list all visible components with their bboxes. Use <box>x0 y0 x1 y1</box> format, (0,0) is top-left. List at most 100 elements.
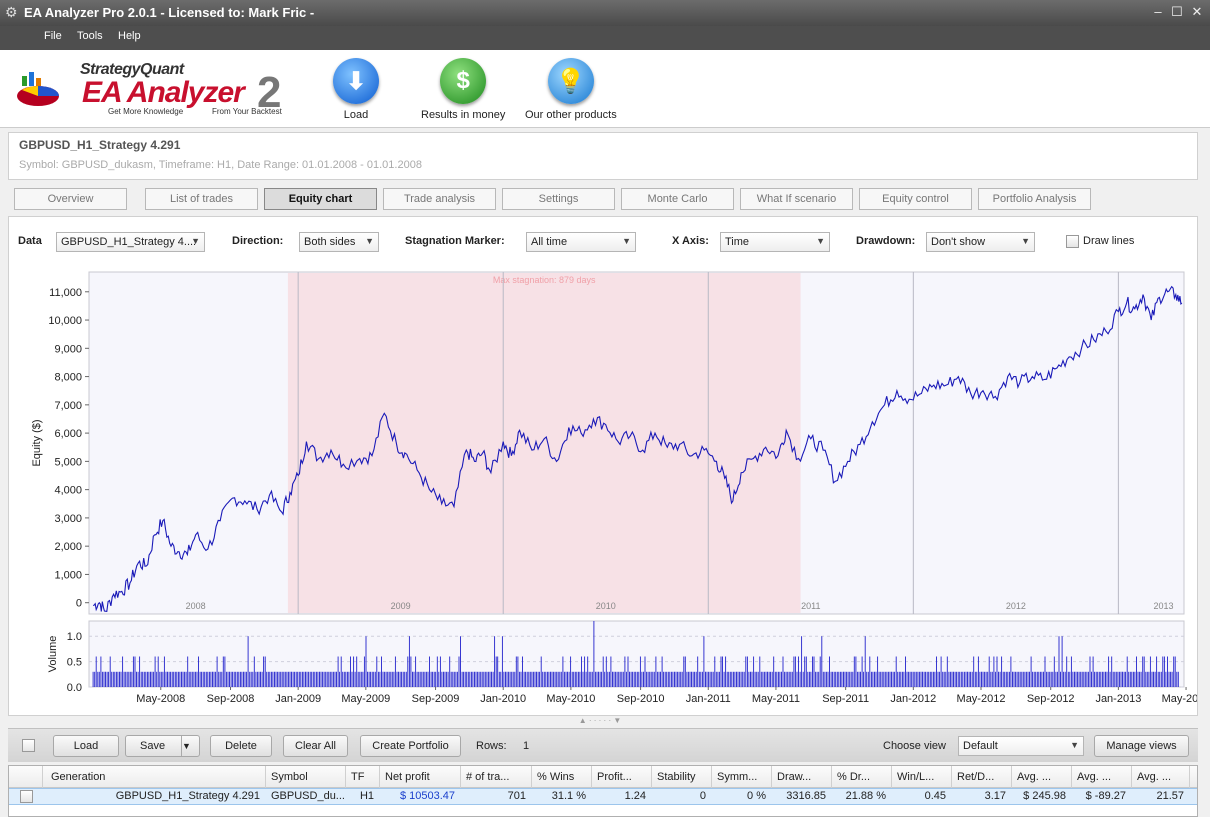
column-header[interactable]: Ret/D... <box>952 766 1012 788</box>
logo-tagline-left: Get More Knowledge <box>108 107 184 116</box>
column-header[interactable]: Symbol <box>266 766 346 788</box>
other-products-label: Our other products <box>525 109 617 121</box>
product-name: EA Analyzer <box>82 76 245 109</box>
column-header[interactable]: % Dr... <box>832 766 892 788</box>
column-header[interactable]: Stability <box>652 766 712 788</box>
x-tick-label: May-2013 <box>1162 693 1197 705</box>
column-header[interactable]: Avg. ... <box>1012 766 1072 788</box>
x-tick-label: Jan-2011 <box>686 693 731 705</box>
x-tick-label: Sep-2012 <box>1027 693 1075 705</box>
draw-lines-label: Draw lines <box>1083 235 1135 247</box>
table-cell: 3316.85 <box>786 790 826 802</box>
download-arrow-icon: ⬇ <box>333 58 379 104</box>
manage-views-button[interactable]: Manage views <box>1094 735 1189 757</box>
table-row[interactable]: GBPUSD_H1_Strategy 4.291 GBPUSD_du... H1… <box>9 788 1197 805</box>
x-axis-label: X Axis: <box>672 235 709 247</box>
save-button[interactable]: Save ▼ <box>125 735 200 757</box>
chevron-down-icon: ▼ <box>622 236 631 246</box>
x-tick-label: Jan-2013 <box>1095 693 1141 705</box>
column-header[interactable]: Avg. ... <box>1072 766 1132 788</box>
chevron-down-icon: ▼ <box>1070 740 1079 750</box>
y-tick-label: 5,000 <box>54 456 82 468</box>
y-tick-label: 8,000 <box>54 372 82 384</box>
drawdown-select[interactable]: Don't show ▼ <box>926 232 1035 252</box>
chevron-down-icon: ▼ <box>365 236 374 246</box>
tab-equity-control[interactable]: Equity control <box>859 188 972 210</box>
volume-y-axis-label: Volume <box>47 636 59 673</box>
column-header[interactable]: Net profit <box>380 766 461 788</box>
minimize-button[interactable]: – <box>1150 4 1166 19</box>
maximize-button[interactable]: ☐ <box>1169 4 1185 20</box>
column-header[interactable]: % Wins <box>532 766 592 788</box>
x-axis-select[interactable]: Time ▼ <box>720 232 830 252</box>
table-cell: 0.45 <box>924 790 946 802</box>
data-label: Data <box>18 235 42 247</box>
x-tick-label: May-2009 <box>341 693 390 705</box>
year-label: 2009 <box>391 601 411 611</box>
chevron-down-icon: ▼ <box>1021 236 1030 246</box>
table-cell: GBPUSD_du... <box>271 790 345 802</box>
x-tick-label: May-2010 <box>546 693 595 705</box>
direction-select[interactable]: Both sides ▼ <box>299 232 379 252</box>
x-axis-select-value: Time <box>725 236 750 248</box>
column-header[interactable]: Draw... <box>772 766 832 788</box>
menu-help[interactable]: Help <box>118 30 141 42</box>
x-tick-label: Jan-2012 <box>890 693 936 705</box>
y-tick-label: 9,000 <box>54 343 82 355</box>
column-header[interactable]: TF <box>346 766 380 788</box>
menu-tools[interactable]: Tools <box>77 30 103 42</box>
strategy-name: GBPUSD_H1_Strategy 4.291 <box>19 138 181 152</box>
column-header[interactable]: # of tra... <box>461 766 532 788</box>
tab-what-if-scenario[interactable]: What If scenario <box>740 188 853 210</box>
window-title: EA Analyzer Pro 2.0.1 - Licensed to: Mar… <box>24 5 315 20</box>
tab-settings[interactable]: Settings <box>502 188 615 210</box>
panel-splitter-handle[interactable]: ▲ · · · · · ▼ <box>560 716 640 726</box>
close-button[interactable]: ✕ <box>1189 4 1205 20</box>
results-in-money-label: Results in money <box>421 109 506 121</box>
tab-portfolio-analysis[interactable]: Portfolio Analysis <box>978 188 1091 210</box>
tab-monte-carlo[interactable]: Monte Carlo <box>621 188 734 210</box>
column-header[interactable]: Symm... <box>712 766 772 788</box>
stagnation-marker-select[interactable]: All time ▼ <box>526 232 636 252</box>
table-cell: 1.24 <box>624 790 646 802</box>
create-portfolio-button[interactable]: Create Portfolio <box>360 735 461 757</box>
clear-all-button[interactable]: Clear All <box>283 735 348 757</box>
row-checkbox[interactable] <box>20 790 33 803</box>
table-header: Generation Symbol TF Net profit # of tra… <box>9 766 1197 788</box>
save-dropdown-chevron-icon[interactable]: ▼ <box>181 736 199 756</box>
drawdown-label: Drawdown: <box>856 235 916 247</box>
tab-equity-chart[interactable]: Equity chart <box>264 188 377 210</box>
year-label: 2013 <box>1153 601 1173 611</box>
choose-view-select[interactable]: Default ▼ <box>958 736 1084 756</box>
year-label: 2011 <box>801 601 820 611</box>
load-toolbar-button[interactable]: ⬇ Load <box>333 58 379 121</box>
table-cell: 3.17 <box>984 790 1006 802</box>
column-header[interactable]: Avg. ... <box>1132 766 1190 788</box>
drawdown-select-value: Don't show <box>931 236 986 248</box>
x-tick-label: May-2008 <box>136 693 185 705</box>
y-tick-label: 3,000 <box>54 513 82 525</box>
menu-file[interactable]: File <box>44 30 62 42</box>
tab-overview[interactable]: Overview <box>14 188 127 210</box>
other-products-button[interactable]: 💡 Our other products <box>525 58 617 121</box>
select-all-checkbox[interactable] <box>22 739 35 752</box>
data-select[interactable]: GBPUSD_H1_Strategy 4.... ▼ <box>56 232 205 252</box>
column-header[interactable]: Win/L... <box>892 766 952 788</box>
tab-trade-analysis[interactable]: Trade analysis <box>383 188 496 210</box>
volume-y-tick-label: 1.0 <box>67 631 82 643</box>
draw-lines-checkbox[interactable] <box>1066 235 1079 248</box>
app-gear-icon[interactable]: ⚙ <box>5 4 18 21</box>
column-header[interactable]: Profit... <box>592 766 652 788</box>
table-cell: $ -89.27 <box>1085 790 1126 802</box>
x-tick-label: May-2011 <box>752 693 800 705</box>
delete-button[interactable]: Delete <box>210 735 272 757</box>
column-header[interactable]: Generation <box>43 766 266 788</box>
results-in-money-button[interactable]: $ Results in money <box>421 58 505 121</box>
tab-list-of-trades[interactable]: List of trades <box>145 188 258 210</box>
x-tick-label: Sep-2008 <box>207 693 255 705</box>
stagnation-region <box>287 273 801 613</box>
stagnation-annotation: Max stagnation: 879 days <box>493 275 596 285</box>
load-button[interactable]: Load <box>53 735 119 757</box>
strategy-description: Symbol: GBPUSD_dukasm, Timeframe: H1, Da… <box>19 159 422 171</box>
chevron-down-icon: ▼ <box>191 236 200 246</box>
